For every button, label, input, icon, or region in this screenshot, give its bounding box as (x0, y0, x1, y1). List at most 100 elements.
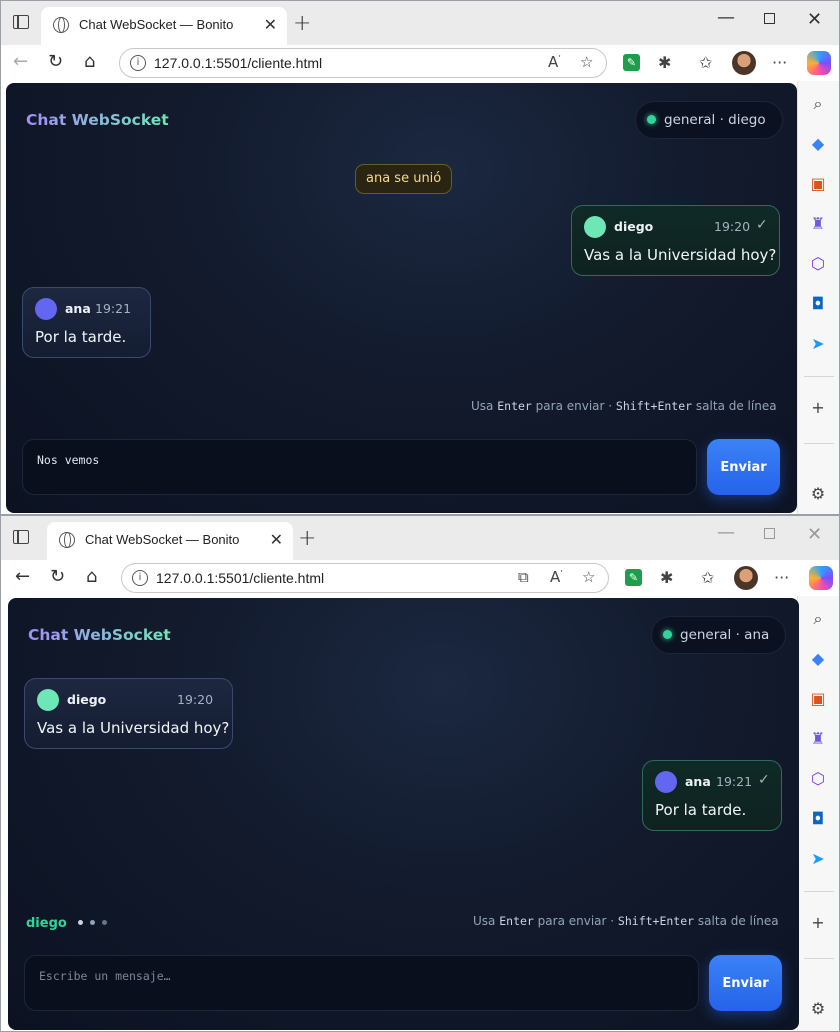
favorite-star-icon[interactable]: ☆ (580, 53, 593, 71)
outlook-icon[interactable]: ◘ (807, 293, 829, 315)
read-aloud-icon[interactable]: Aʼ (550, 568, 563, 586)
tab-actions-icon[interactable] (13, 15, 29, 29)
settings-gear-icon[interactable]: ⚙ (807, 998, 829, 1020)
maximize-icon[interactable] (764, 13, 775, 24)
chat-app: Chat WebSocket general · diego ana se un… (6, 83, 797, 513)
send-button[interactable]: Enviar (709, 955, 782, 1011)
refresh-icon[interactable]: ↻ (48, 51, 63, 72)
message-input-box (24, 955, 699, 1011)
favorites-icon[interactable]: ✩ (701, 568, 714, 587)
system-message: ana se unió (355, 164, 453, 194)
search-icon[interactable]: ⌕ (807, 93, 829, 115)
message-bubble-other: ana 19:21 Por la tarde. (22, 287, 151, 358)
close-window-icon[interactable]: ✕ (807, 9, 822, 30)
minimize-icon[interactable]: — (717, 522, 735, 543)
edge-sidebar: ⌕ ◆ ▣ ♜ ⬡ ◘ ➤ + ⚙ (797, 596, 839, 1031)
avatar (655, 771, 677, 793)
avatar (35, 298, 57, 320)
message-author: diego (614, 219, 654, 234)
search-icon[interactable]: ⌕ (807, 608, 829, 630)
toolbox-icon[interactable]: ▣ (807, 173, 829, 195)
sidebar-divider (804, 958, 834, 959)
browser-toolbar: ← ↻ ⌂ i 127.0.0.1:5501/cliente.html ⧉ Aʼ… (1, 560, 839, 596)
avatar (37, 689, 59, 711)
browser-tab[interactable]: Chat WebSocket — Bonito ✕ (41, 7, 287, 45)
send-button[interactable]: Enviar (707, 439, 780, 495)
extension-icon[interactable]: ✎ (625, 569, 642, 586)
app-title: Chat WebSocket (26, 111, 169, 129)
browser-tab[interactable]: Chat WebSocket — Bonito ✕ (47, 522, 293, 560)
url-text: 127.0.0.1:5501/cliente.html (154, 55, 323, 71)
home-icon[interactable]: ⌂ (86, 566, 97, 587)
keyboard-hint: Usa Enter para enviar · Shift+Enter salt… (471, 399, 777, 413)
send-icon[interactable]: ➤ (807, 848, 829, 870)
toolbox-icon[interactable]: ▣ (807, 688, 829, 710)
games-icon[interactable]: ♜ (807, 728, 829, 750)
more-menu-icon[interactable]: ··· (774, 568, 789, 587)
copilot-icon[interactable] (807, 51, 831, 75)
hint-text: salta de línea (697, 914, 779, 928)
back-icon[interactable]: ← (13, 51, 28, 72)
maximize-icon[interactable] (764, 528, 775, 539)
immersive-reader-icon[interactable]: ⧉ (518, 568, 529, 586)
read-aloud-icon[interactable]: Aʼ (548, 53, 561, 71)
typing-dot (102, 920, 108, 925)
delivered-check-icon: ✓ (758, 772, 770, 788)
new-tab-icon[interactable]: + (293, 11, 311, 36)
close-tab-icon[interactable]: ✕ (264, 15, 277, 34)
hint-key-shift-enter: Shift+Enter (617, 914, 695, 928)
more-menu-icon[interactable]: ··· (772, 53, 787, 72)
message-input[interactable] (25, 956, 698, 1010)
extensions-puzzle-icon[interactable]: ✱ (660, 568, 673, 587)
edge-sidebar: ⌕ ◆ ▣ ♜ ⬡ ◘ ➤ + ⚙ (797, 81, 839, 514)
settings-gear-icon[interactable]: ⚙ (807, 483, 829, 505)
microsoft365-icon[interactable]: ⬡ (807, 253, 829, 275)
new-tab-icon[interactable]: + (298, 526, 316, 551)
keyboard-hint: Usa Enter para enviar · Shift+Enter salt… (473, 914, 779, 928)
address-bar[interactable]: i 127.0.0.1:5501/cliente.html Aʼ ☆ (119, 48, 607, 78)
extension-icon[interactable]: ✎ (623, 54, 640, 71)
message-bubble-own: ana 19:21 ✓ Por la tarde. (642, 760, 782, 831)
message-text: Vas a la Universidad hoy? (37, 719, 230, 737)
close-window-icon[interactable]: ✕ (807, 524, 822, 545)
avatar (584, 216, 606, 238)
add-icon[interactable]: + (807, 397, 829, 419)
online-dot (647, 115, 656, 124)
microsoft365-icon[interactable]: ⬡ (807, 768, 829, 790)
title-bar: Chat WebSocket — Bonito ✕ + — ✕ (1, 1, 839, 45)
back-icon[interactable]: ← (15, 566, 30, 587)
site-info-icon[interactable]: i (130, 55, 146, 71)
typing-dot (90, 920, 96, 925)
message-author: ana (685, 774, 711, 789)
message-time: 19:21 (95, 301, 132, 316)
app-title: Chat WebSocket (28, 626, 171, 644)
hint-text: para enviar · (535, 399, 613, 413)
favorite-star-icon[interactable]: ☆ (582, 568, 595, 586)
send-icon[interactable]: ➤ (807, 333, 829, 355)
minimize-icon[interactable]: — (717, 7, 735, 28)
shopping-tag-icon[interactable]: ◆ (807, 133, 829, 155)
home-icon[interactable]: ⌂ (84, 51, 95, 72)
globe-icon (53, 17, 69, 33)
online-dot (663, 630, 672, 639)
site-info-icon[interactable]: i (132, 570, 148, 586)
message-input-box (22, 439, 697, 495)
browser-window-diego: Chat WebSocket — Bonito ✕ + — ✕ ← ↻ ⌂ i … (0, 0, 840, 515)
hint-text: salta de línea (695, 399, 777, 413)
address-bar[interactable]: i 127.0.0.1:5501/cliente.html ⧉ Aʼ ☆ (121, 563, 609, 593)
message-input[interactable] (23, 440, 696, 494)
extensions-puzzle-icon[interactable]: ✱ (658, 53, 671, 72)
refresh-icon[interactable]: ↻ (50, 566, 65, 587)
copilot-icon[interactable] (809, 566, 833, 590)
profile-avatar[interactable] (732, 51, 756, 75)
games-icon[interactable]: ♜ (807, 213, 829, 235)
outlook-icon[interactable]: ◘ (807, 808, 829, 830)
add-icon[interactable]: + (807, 912, 829, 934)
shopping-tag-icon[interactable]: ◆ (807, 648, 829, 670)
browser-window-ana: Chat WebSocket — Bonito ✕ + — ✕ ← ↻ ⌂ i … (0, 515, 840, 1032)
tab-actions-icon[interactable] (13, 530, 29, 544)
profile-avatar[interactable] (734, 566, 758, 590)
close-tab-icon[interactable]: ✕ (270, 530, 283, 549)
favorites-icon[interactable]: ✩ (699, 53, 712, 72)
delivered-check-icon: ✓ (756, 217, 768, 233)
